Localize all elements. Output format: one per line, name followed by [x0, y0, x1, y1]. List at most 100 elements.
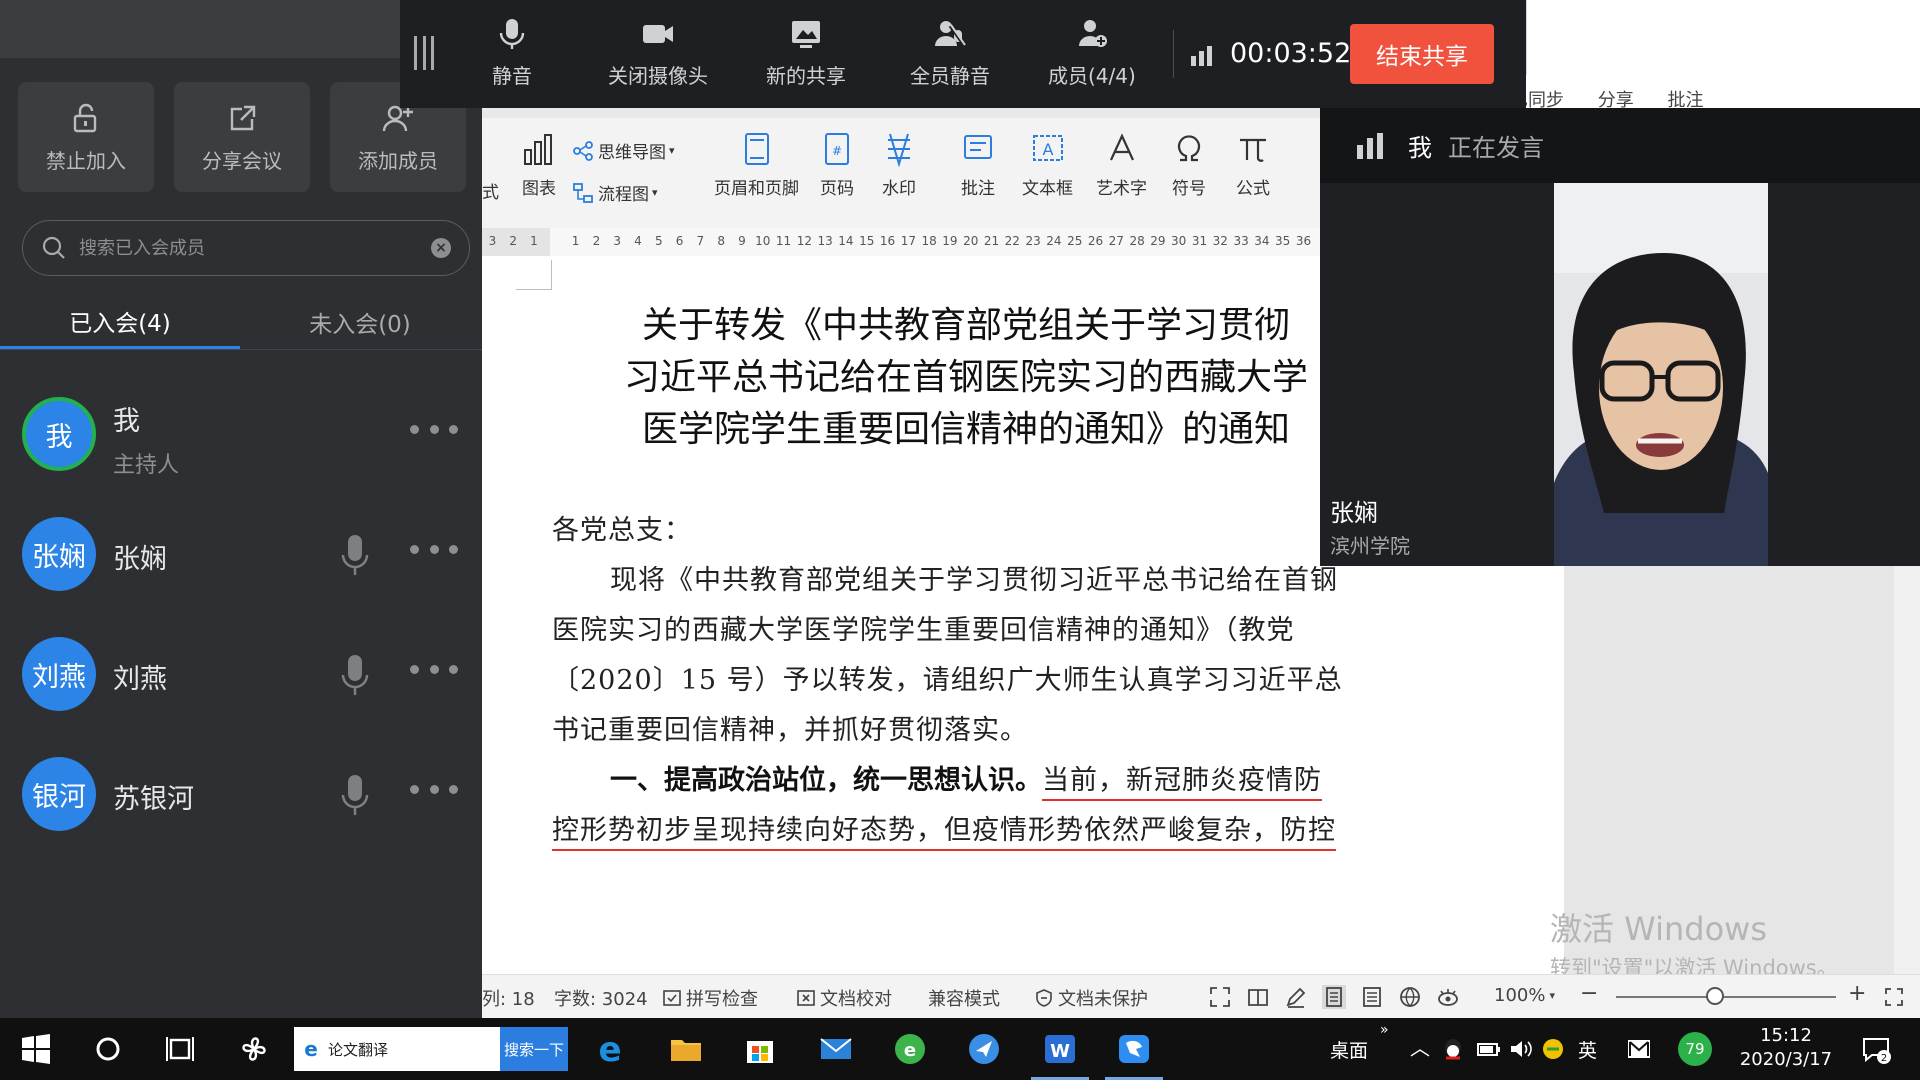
- pinwheel-app-icon[interactable]: [236, 1031, 272, 1067]
- web-view-icon[interactable]: [1398, 985, 1422, 1009]
- stop-camera-button[interactable]: 关闭摄像头: [608, 16, 708, 96]
- member-row[interactable]: 银河 苏银河: [0, 739, 482, 849]
- volume-icon[interactable]: [1508, 1036, 1534, 1062]
- desktop-expand-icon[interactable]: »: [1380, 1022, 1389, 1038]
- ruler-tick: [544, 234, 565, 248]
- member-row[interactable]: 刘燕 刘燕: [0, 619, 482, 729]
- 360-browser-icon[interactable]: e: [892, 1031, 928, 1067]
- edit-mode-icon[interactable]: [1284, 985, 1308, 1009]
- wordart-button[interactable]: 艺术字: [1096, 130, 1147, 199]
- edge-browser-icon[interactable]: e: [592, 1031, 628, 1067]
- volume-level-icon: [1357, 132, 1383, 159]
- microphone-icon[interactable]: [340, 653, 370, 699]
- spell-check-button[interactable]: 拼写检查: [662, 985, 758, 1011]
- participant-name: 张娴: [1330, 499, 1378, 527]
- task-view-icon[interactable]: [162, 1031, 198, 1067]
- members-button[interactable]: 成员(4/4): [1048, 16, 1136, 96]
- screen-share-toolbar: 静音 关闭摄像头 新的共享 全员静音 成员(4/4) 00:03:52 结束共享: [400, 0, 1526, 108]
- battery-icon[interactable]: [1476, 1036, 1502, 1062]
- more-options-icon[interactable]: [410, 545, 458, 557]
- tab-not-joined-members[interactable]: 未入会(0): [240, 295, 480, 349]
- ruler-tick: 28: [1129, 234, 1145, 248]
- flowchart-button[interactable]: 流程图 ▾: [572, 180, 658, 205]
- zoom-level[interactable]: 100% ▾: [1494, 985, 1555, 1006]
- microphone-icon[interactable]: [340, 773, 370, 819]
- toolbar-drag-handle[interactable]: [414, 36, 434, 70]
- proofread-icon: [797, 990, 815, 1006]
- section-heading: 一、提高政治站位，统一思想认识。: [610, 765, 1042, 796]
- wps-writer-icon[interactable]: W: [1042, 1031, 1078, 1067]
- file-explorer-icon[interactable]: [668, 1031, 704, 1067]
- notification-center-icon[interactable]: 2: [1860, 1033, 1892, 1065]
- watermark-label: 水印: [882, 179, 916, 199]
- dingtalk-icon[interactable]: [1116, 1031, 1152, 1067]
- member-name: 刘燕: [113, 664, 167, 695]
- ruler-tick: 13: [817, 234, 833, 248]
- input-language-indicator[interactable]: 英: [1578, 1036, 1597, 1063]
- formula-button[interactable]: 公式: [1234, 130, 1272, 199]
- zoom-slider[interactable]: [1616, 996, 1836, 998]
- flowchart-icon: [573, 182, 593, 203]
- security-score-badge[interactable]: 79: [1678, 1032, 1712, 1066]
- more-options-icon[interactable]: [410, 665, 458, 677]
- ruler-tick: 1: [530, 234, 538, 248]
- header-footer-button[interactable]: 页眉和页脚: [714, 130, 799, 199]
- feishu-app-icon[interactable]: [966, 1031, 1002, 1067]
- mindmap-button[interactable]: 思维导图 ▾: [572, 138, 675, 163]
- vertical-scrollbar[interactable]: [1894, 558, 1920, 988]
- mute-button[interactable]: 静音: [492, 16, 532, 96]
- ime-status-icon[interactable]: [1540, 1036, 1566, 1062]
- wordart-label: 艺术字: [1096, 179, 1147, 199]
- proofread-button[interactable]: 文档校对: [796, 985, 892, 1011]
- ribbon-partial-item[interactable]: 式: [482, 178, 499, 203]
- page-number-button[interactable]: # 页码: [818, 130, 856, 199]
- stop-camera-label: 关闭摄像头: [608, 64, 708, 88]
- mute-all-button[interactable]: 全员静音: [910, 16, 990, 96]
- gmail-tray-icon[interactable]: [1626, 1036, 1652, 1062]
- eye-protection-icon[interactable]: [1436, 985, 1460, 1009]
- ruler-tick: 23: [1025, 234, 1041, 248]
- zoom-slider-handle[interactable]: [1706, 987, 1724, 1005]
- fullscreen-icon[interactable]: [1208, 985, 1232, 1009]
- share-meeting-button[interactable]: 分享会议: [174, 82, 310, 192]
- clear-search-icon[interactable]: ×: [431, 238, 451, 258]
- zoom-in-button[interactable]: +: [1848, 981, 1866, 1006]
- system-clock[interactable]: 15:12 2020/3/17: [1730, 1024, 1842, 1072]
- fit-page-icon[interactable]: [1882, 985, 1906, 1009]
- comment-button[interactable]: 批注: [959, 130, 997, 199]
- microsoft-store-icon[interactable]: [742, 1031, 778, 1067]
- document-protection-button[interactable]: 文档未保护: [1034, 985, 1148, 1011]
- ruler-tick: 26: [1087, 234, 1104, 248]
- member-row[interactable]: 我 我 主持人: [0, 379, 482, 489]
- tray-expand-icon[interactable]: ︿: [1410, 1032, 1430, 1061]
- outline-view-icon[interactable]: [1360, 985, 1384, 1009]
- notification-count: 2: [1881, 1053, 1887, 1064]
- word-count[interactable]: 字数: 3024: [554, 985, 648, 1011]
- microphone-icon[interactable]: [340, 533, 370, 579]
- taskbar-search-input[interactable]: [328, 1040, 478, 1058]
- more-options-icon[interactable]: [410, 785, 458, 797]
- tab-joined-members[interactable]: 已入会(4): [0, 295, 240, 349]
- participant-video-feed[interactable]: [1554, 183, 1768, 566]
- more-options-icon[interactable]: [410, 425, 458, 437]
- textbox-button[interactable]: A 文本框: [1022, 130, 1073, 199]
- desktop-toolbar-label[interactable]: 桌面: [1330, 1036, 1368, 1063]
- taskbar-search-button[interactable]: 搜索一下: [500, 1027, 568, 1071]
- new-share-button[interactable]: 新的共享: [766, 16, 846, 96]
- insert-chart-button[interactable]: 图表: [520, 130, 558, 199]
- member-row[interactable]: 张娴 张娴: [0, 499, 482, 609]
- lock-meeting-button[interactable]: 禁止加入: [18, 82, 154, 192]
- cortana-icon[interactable]: [90, 1031, 126, 1067]
- page-view-icon[interactable]: [1322, 985, 1346, 1009]
- zoom-out-button[interactable]: −: [1580, 981, 1598, 1006]
- lock-icon: [73, 103, 97, 132]
- watermark-button[interactable]: 水印: [880, 130, 918, 199]
- symbol-button[interactable]: 符号: [1170, 130, 1208, 199]
- ruler-tick: 30: [1171, 234, 1187, 248]
- mail-icon[interactable]: [818, 1031, 854, 1067]
- member-search-input[interactable]: [79, 237, 431, 259]
- windows-start-icon[interactable]: [18, 1031, 54, 1067]
- end-share-button[interactable]: 结束共享: [1350, 24, 1494, 84]
- qq-tray-icon[interactable]: [1440, 1036, 1466, 1062]
- reading-mode-icon[interactable]: [1246, 985, 1270, 1009]
